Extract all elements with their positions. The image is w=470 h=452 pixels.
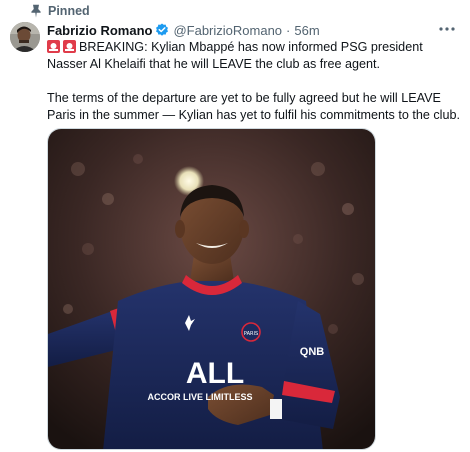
mbappe-celebration-photo: PARIS ALL ACCOR LIVE LIMITLESS QNB xyxy=(48,129,375,449)
crest-text: PARIS xyxy=(244,331,258,337)
pinned-indicator: Pinned xyxy=(30,3,90,19)
sleeve-logo: QNB xyxy=(300,346,325,358)
jersey-sponsor: ALL xyxy=(186,357,244,390)
tweet-paragraph-2: The terms of the departure are yet to be… xyxy=(47,91,460,122)
tweet-text: BREAKING: Kylian Mbappé has now informed… xyxy=(47,39,462,124)
pinned-label: Pinned xyxy=(48,4,90,18)
tweet-header: Fabrizio Romano @FabrizioRomano · 56m xyxy=(47,21,320,39)
separator-dot: · xyxy=(286,22,291,38)
display-name[interactable]: Fabrizio Romano xyxy=(47,23,152,38)
tweet-timestamp[interactable]: 56m xyxy=(294,23,319,38)
pin-icon xyxy=(30,4,42,18)
tweet-paragraph-1-text: BREAKING: Kylian Mbappé has now informed… xyxy=(47,40,423,71)
more-options-icon[interactable] xyxy=(438,22,456,36)
siren-emoji-icon xyxy=(47,40,60,53)
author-handle[interactable]: @FabrizioRomano xyxy=(173,23,282,38)
tweet-paragraph-1: BREAKING: Kylian Mbappé has now informed… xyxy=(47,39,462,73)
tweet-photo[interactable]: PARIS ALL ACCOR LIVE LIMITLESS QNB xyxy=(47,128,376,450)
siren-emoji-icon xyxy=(63,40,76,53)
jersey-sponsor-sub: ACCOR LIVE LIMITLESS xyxy=(147,392,252,402)
avatar[interactable] xyxy=(10,22,40,52)
tweet-card[interactable]: Pinned Fabrizio Romano @FabrizioRomano ·… xyxy=(0,0,470,452)
verified-badge-icon xyxy=(155,23,169,37)
